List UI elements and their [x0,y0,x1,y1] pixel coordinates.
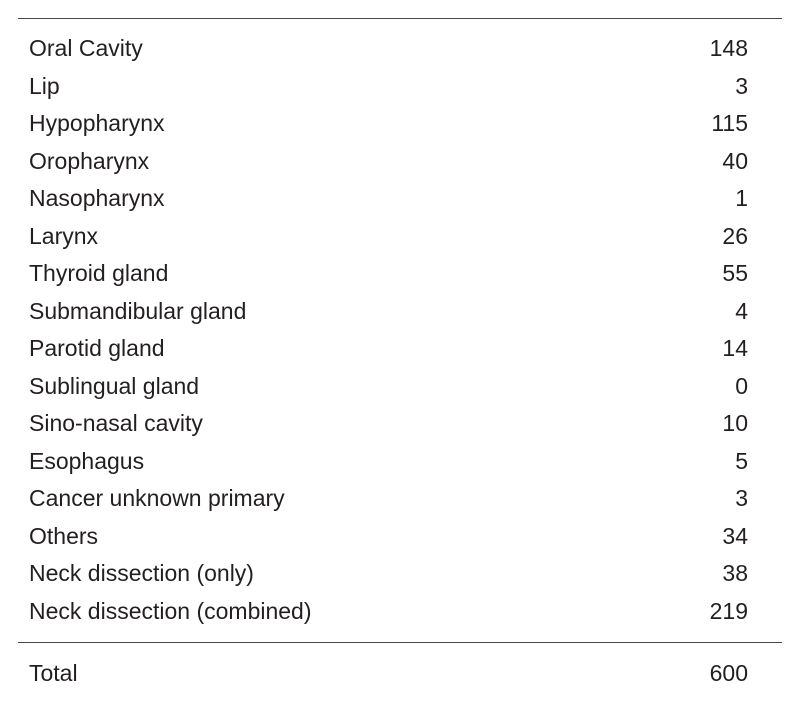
row-value: 26 [722,222,748,249]
row-value: 0 [735,372,748,399]
row-label: Submandibular gland [29,297,247,324]
row-value: 40 [722,147,748,174]
table-row: Lip 3 [0,68,800,106]
row-label: Neck dissection (only) [29,560,254,586]
row-label: Larynx [29,222,99,249]
row-value: 38 [722,560,748,586]
row-label: Esophagus [29,447,145,474]
row-value: 14 [722,335,748,361]
row-label: Cancer unknown primary [29,485,285,511]
row-value: 55 [722,260,748,286]
row-label: Oropharynx [29,147,150,174]
table-row: Sublingual gland 0 [0,368,800,406]
table-row: Neck dissection (only) 38 [0,555,800,593]
row-label: Hypopharynx [29,110,165,136]
table-row: Larynx 26 [0,218,800,256]
table-row: Cancer unknown primary 3 [0,480,800,518]
total-row: Total 600 [0,655,800,693]
row-value: 5 [735,447,748,474]
row-label: Sublingual gland [29,372,200,399]
table-row: Others 34 [0,518,800,556]
row-value: 148 [709,35,748,61]
table-row: Submandibular gland 4 [0,293,800,331]
row-label: Nasopharynx [29,185,165,211]
row-label: Thyroid gland [29,260,169,286]
row-value: 3 [735,72,748,99]
table-row: Esophagus 5 [0,443,800,481]
total-value: 600 [709,660,748,686]
total-label: Total [29,660,78,686]
row-label: Sino-nasal cavity [29,410,203,436]
row-value: 34 [722,522,748,549]
row-value: 10 [722,410,748,436]
row-value: 115 [711,110,748,136]
row-label: Parotid gland [29,335,165,361]
row-label: Lip [29,72,60,99]
table-row: Oral Cavity 148 [0,30,800,68]
row-label: Oral Cavity [29,35,143,61]
row-value: 3 [735,485,748,511]
table-row: Neck dissection (combined) 219 [0,593,800,631]
table-top-rule [18,18,782,19]
site-counts-table: Oral Cavity 148 Lip 3 Hypopharynx 115 Or… [0,30,800,630]
table-row: Nasopharynx 1 [0,180,800,218]
table-total-rule [18,642,782,643]
row-label: Neck dissection (combined) [29,597,312,624]
row-label: Others [29,522,99,549]
row-value: 1 [735,185,748,211]
table-row: Oropharynx 40 [0,143,800,181]
table-row: Sino-nasal cavity 10 [0,405,800,443]
row-value: 219 [709,597,748,624]
table-row: Parotid gland 14 [0,330,800,368]
table-row: Hypopharynx 115 [0,105,800,143]
row-value: 4 [735,297,748,324]
table-row: Thyroid gland 55 [0,255,800,293]
